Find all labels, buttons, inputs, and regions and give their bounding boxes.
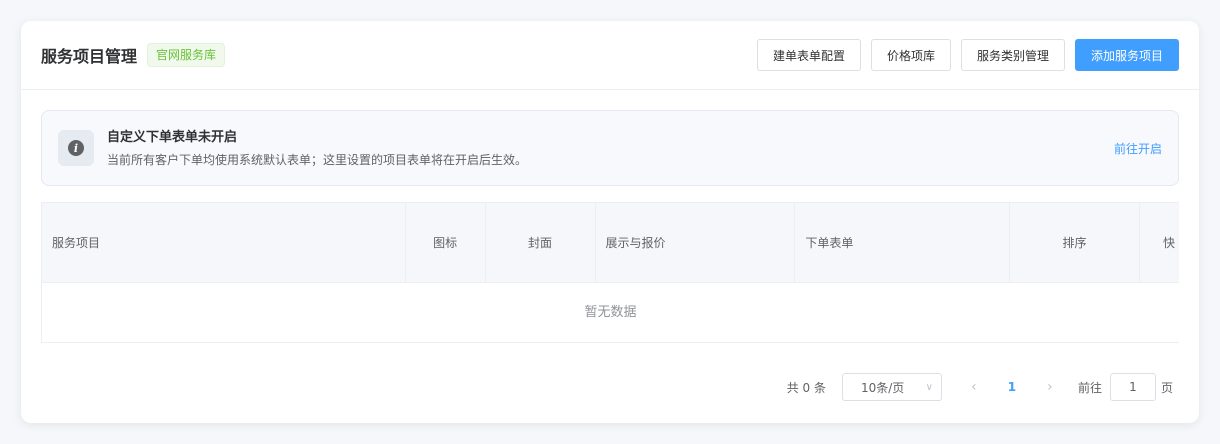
chevron-down-icon: ∨ [925, 381, 933, 393]
column-header-sort[interactable]: 排序 [1010, 203, 1140, 283]
enable-link[interactable]: 前往开启 [1114, 140, 1162, 157]
page-number-current[interactable]: 1 [992, 380, 1032, 394]
goto-label: 前往 [1077, 380, 1102, 395]
empty-state: 暂无数据 [584, 305, 637, 320]
custom-form-notice: i 自定义下单表单未开启 当前所有客户下单均使用系统默认表单；这里设置的项目表单… [41, 110, 1179, 186]
prev-page-icon[interactable]: ‹ [956, 379, 992, 395]
page-suffix: 页 [1160, 380, 1173, 395]
column-header-icon[interactable]: 图标 [406, 203, 486, 283]
info-icon: i [68, 140, 84, 156]
column-header-order-form[interactable]: 下单表单 [795, 203, 1011, 283]
services-table: 服务项目 图标 封面 展示与报价 下单表单 排序 快 暂无数据 [41, 202, 1179, 343]
total-count: 共 0 条 [786, 380, 826, 395]
notice-text: 自定义下单表单未开启 当前所有客户下单均使用系统默认表单；这里设置的项目表单将在… [107, 129, 527, 168]
page-title: 服务项目管理 [41, 47, 138, 66]
column-header-display-price[interactable]: 展示与报价 [596, 203, 796, 283]
column-header-service[interactable]: 服务项目 [42, 203, 406, 283]
table-header: 服务项目 图标 封面 展示与报价 下单表单 排序 快 [42, 203, 1179, 283]
page-size-select[interactable]: 10条/页 ∨ [841, 373, 942, 401]
goto-page-input[interactable] [1109, 373, 1156, 401]
form-config-button[interactable]: 建单表单配置 [756, 39, 861, 71]
service-management-card: 服务项目管理 官网服务库 建单表单配置 价格项库 服务类别管理 添加服务项目 i… [21, 21, 1199, 423]
notice-description: 当前所有客户下单均使用系统默认表单；这里设置的项目表单将在开启后生效。 [107, 152, 528, 167]
next-page-icon[interactable]: › [1032, 379, 1068, 395]
price-library-button[interactable]: 价格项库 [870, 39, 951, 71]
pagination: 共 0 条 10条/页 ∨ ‹ 1 › 前往 页 [787, 373, 1173, 401]
info-icon-box: i [58, 130, 94, 166]
category-manage-button[interactable]: 服务类别管理 [960, 39, 1065, 71]
page-size-value: 10条/页 [860, 380, 905, 395]
column-header-quick[interactable]: 快 [1140, 203, 1179, 283]
header-actions: 建单表单配置 价格项库 服务类别管理 添加服务项目 [756, 39, 1179, 71]
library-tag: 官网服务库 [147, 43, 226, 67]
column-header-cover[interactable]: 封面 [486, 203, 596, 283]
add-service-button[interactable]: 添加服务项目 [1074, 39, 1179, 71]
notice-title: 自定义下单表单未开启 [107, 129, 238, 145]
page-header: 服务项目管理 官网服务库 建单表单配置 价格项库 服务类别管理 添加服务项目 [21, 21, 1199, 90]
